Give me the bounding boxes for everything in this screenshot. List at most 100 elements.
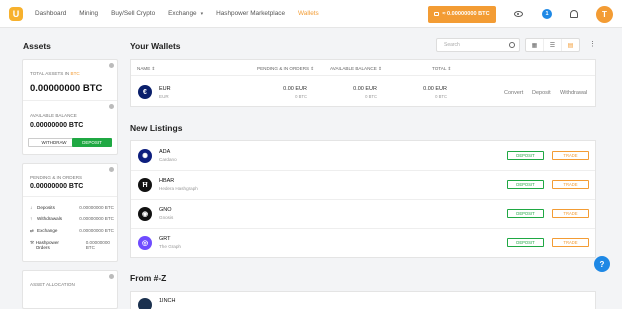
help-button[interactable]: ? (594, 256, 610, 272)
the-graph-icon: ◎ (138, 236, 152, 250)
column-header-total[interactable]: TOTAL ⇕ (432, 66, 451, 72)
logo-icon[interactable]: U (9, 6, 23, 21)
arrow-down-icon: ↓ (30, 205, 33, 210)
pending-row-hashpower: ⚒ Hashpower Orders 0.00000000 BTC (30, 240, 114, 250)
pending-card: PENDING & IN ORDERS 0.00000000 BTC ↓ Dep… (22, 163, 118, 262)
asset-allocation-card: ASSET ALLOCATION (22, 270, 118, 309)
exchange-icon: ⇄ (30, 228, 34, 233)
pending-row-name: Deposits (37, 205, 55, 210)
nav-mining[interactable]: Mining (79, 0, 98, 28)
pending-row-name: Withdrawals (37, 216, 63, 221)
total-assets-card: TOTAL ASSETS IN BTC 0.00000000 BTC AVAIL… (22, 59, 118, 155)
search-icon[interactable] (509, 42, 515, 48)
nav-wallets[interactable]: Wallets (298, 0, 319, 28)
nav-hashpower-marketplace[interactable]: Hashpower Marketplace (216, 0, 285, 28)
coin-name: Hedera Hashgraph (159, 186, 198, 191)
divider (23, 196, 117, 197)
info-icon[interactable] (109, 63, 114, 68)
bell-icon[interactable] (570, 10, 578, 18)
coin-name: Gnosis (159, 215, 174, 220)
total-assets-currency[interactable]: BTC (71, 71, 80, 76)
balance-value: ≈ 0.00000000 BTC (442, 11, 490, 17)
wallets-table: NAME ⇕ PENDING & IN ORDERS ⇕ AVAILABLE B… (130, 59, 596, 107)
more-options-icon[interactable]: ⋮ (589, 40, 596, 48)
trade-button[interactable]: TRADE (552, 151, 589, 160)
cardano-icon: ✺ (138, 149, 152, 163)
from-az-list: 1INCH (130, 291, 596, 309)
coin-symbol[interactable]: GNO (159, 207, 172, 213)
hedera-icon: Ħ (138, 178, 152, 192)
chevron-down-icon: ▾ (200, 10, 204, 17)
search-input[interactable]: Search (436, 38, 520, 52)
balance-button[interactable]: ≈ 0.00000000 BTC (428, 5, 496, 23)
coin-symbol[interactable]: GRT (159, 236, 171, 242)
asset-allocation-label: ASSET ALLOCATION (30, 282, 75, 287)
nav-buy-sell-crypto[interactable]: Buy/Sell Crypto (111, 0, 155, 28)
pending-row-value: 0.00000000 BTC (79, 228, 114, 233)
pending-row-exchange: ⇄ Exchange 0.00000000 BTC (30, 228, 114, 234)
pending-row-name: Hashpower Orders (35, 240, 59, 250)
nav-exchange-label: Exchange (168, 10, 197, 17)
info-icon[interactable] (109, 167, 114, 172)
compact-view-icon[interactable]: ▤ (562, 39, 579, 51)
total-assets-value: 0.00000000 BTC (30, 83, 103, 94)
grid-view-icon[interactable]: ▦ (526, 39, 544, 51)
total-btc: 0 BTC (435, 94, 447, 99)
search-placeholder: Search (444, 42, 460, 48)
coin-symbol[interactable]: 1INCH (159, 298, 176, 304)
divider (23, 100, 117, 101)
total-amount: 0.00 EUR (423, 86, 447, 92)
view-toggle: ▦ ☰ ▤ (525, 38, 580, 52)
list-item: ◉ GNO Gnosis DEPOSIT TRADE (131, 199, 595, 229)
pending-value: 0.00000000 BTC (30, 183, 84, 190)
nav-exchange[interactable]: Exchange ▾ (168, 0, 203, 28)
from-az-title: From #-Z (130, 273, 167, 283)
pending-row-withdrawals: ↑ Withdrawals 0.00000000 BTC (30, 216, 114, 221)
deposit-button[interactable]: DEPOSIT (507, 151, 544, 160)
deposit-button[interactable]: DEPOSIT (72, 138, 112, 147)
pending-row-value: 0.00000000 BTC (79, 205, 114, 210)
info-icon[interactable] (109, 104, 114, 109)
info-icon[interactable] (109, 274, 114, 279)
list-item: Ħ HBAR Hedera Hashgraph DEPOSIT TRADE (131, 170, 595, 200)
eye-icon[interactable] (514, 11, 523, 17)
new-listings-title: New Listings (130, 123, 183, 133)
1inch-icon (138, 298, 152, 309)
nav-right: ≈ 0.00000000 BTC 1 T (428, 0, 622, 28)
trade-button[interactable]: TRADE (552, 238, 589, 247)
convert-link[interactable]: Convert (504, 90, 523, 96)
column-header-available[interactable]: AVAILABLE BALANCE ⇕ (330, 66, 382, 72)
available-balance-value: 0.00000000 BTC (30, 122, 84, 129)
nav-dashboard[interactable]: Dashboard (35, 0, 66, 28)
list-item: ✺ ADA Cardano DEPOSIT TRADE (131, 141, 595, 171)
divider (131, 75, 595, 76)
pending-row-name: Exchange (37, 228, 58, 233)
wallet-icon (434, 12, 440, 16)
deposit-button[interactable]: DEPOSIT (507, 209, 544, 218)
wallet-symbol[interactable]: EUR (159, 86, 171, 92)
trade-button[interactable]: TRADE (552, 209, 589, 218)
gnosis-icon: ◉ (138, 207, 152, 221)
deposit-link[interactable]: Deposit (532, 90, 551, 96)
your-wallets-title: Your Wallets (130, 41, 181, 51)
withdrawal-link[interactable]: Withdrawal (560, 90, 587, 96)
avatar[interactable]: T (596, 5, 613, 23)
assets-title: Assets (23, 41, 51, 51)
column-header-pending[interactable]: PENDING & IN ORDERS ⇕ (257, 66, 314, 72)
arrow-up-icon: ↑ (30, 216, 33, 221)
pending-row-value: 0.00000000 BTC (85, 240, 110, 250)
pending-btc: 0 BTC (295, 94, 307, 99)
total-assets-label: TOTAL ASSETS IN BTC (30, 71, 80, 76)
deposit-button[interactable]: DEPOSIT (507, 180, 544, 189)
coin-symbol[interactable]: ADA (159, 149, 170, 155)
list-view-icon[interactable]: ☰ (544, 39, 562, 51)
pending-row-value: 0.00000000 BTC (79, 216, 114, 221)
coin-symbol[interactable]: HBAR (159, 178, 174, 184)
deposit-button[interactable]: DEPOSIT (507, 238, 544, 247)
available-amount: 0.00 EUR (353, 86, 377, 92)
pending-label: PENDING & IN ORDERS (30, 175, 83, 180)
notification-badge[interactable]: 1 (542, 9, 552, 19)
new-listings-list: ✺ ADA Cardano DEPOSIT TRADE Ħ HBAR Heder… (130, 140, 596, 258)
trade-button[interactable]: TRADE (552, 180, 589, 189)
column-header-name[interactable]: NAME ⇕ (137, 66, 155, 72)
